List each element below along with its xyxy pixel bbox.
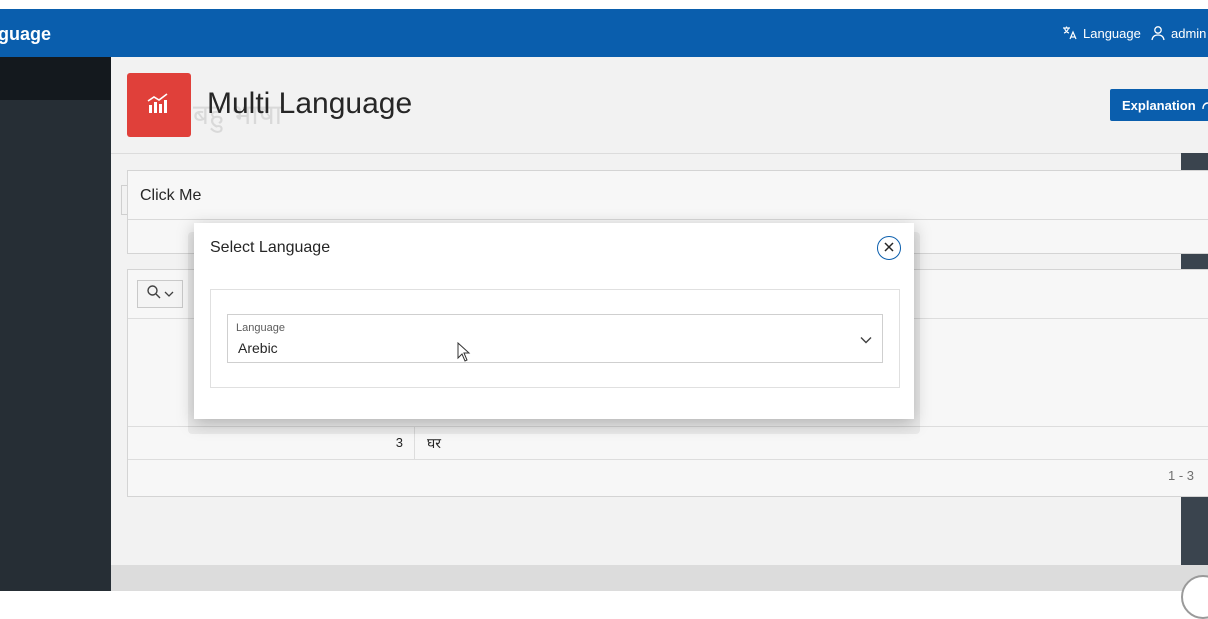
language-select-label: Language <box>236 322 285 334</box>
close-icon <box>884 239 894 257</box>
pagination-label: 1 - 3 <box>1167 468 1194 483</box>
top-gap <box>0 0 1208 9</box>
nav-language-link[interactable]: Language <box>1062 9 1141 57</box>
nav-user-label: admin <box>1171 25 1207 41</box>
dialog-title: Select Language <box>210 239 331 256</box>
hero-divider <box>111 153 1181 154</box>
click-me-title[interactable]: Click Me <box>140 187 201 205</box>
region-divider <box>128 219 1208 220</box>
chart-icon <box>145 89 173 122</box>
translate-icon <box>1062 25 1078 41</box>
select-language-dialog: Select Language Language Arebic <box>194 223 914 419</box>
chevron-down-icon <box>860 331 872 349</box>
app-header: guage Language admin <box>0 9 1208 57</box>
mouse-pointer-icon <box>457 341 471 367</box>
hero-chart-badge <box>127 73 191 137</box>
sidebar <box>0 57 111 591</box>
close-button[interactable] <box>877 236 901 260</box>
report-footer-line <box>128 459 1208 460</box>
chevron-down-icon <box>164 285 174 303</box>
nav-user-menu[interactable]: admin <box>1150 9 1206 57</box>
footer-band <box>111 565 1208 591</box>
nav-language-label: Language <box>1083 25 1141 41</box>
language-select-value: Arebic <box>238 340 278 356</box>
language-select[interactable]: Language Arebic <box>227 314 883 363</box>
explanation-label: Explanation <box>1122 97 1196 113</box>
page-title: Multi Language <box>207 87 413 120</box>
user-icon <box>1150 25 1166 41</box>
dialog-body: Language Arebic <box>210 289 900 388</box>
share-arrow-icon <box>1201 97 1208 114</box>
search-icon <box>146 284 162 305</box>
app-title[interactable]: guage <box>0 9 51 57</box>
sidebar-active-item[interactable] <box>0 57 111 100</box>
explanation-button[interactable]: Explanation <box>1110 89 1208 121</box>
search-column-button[interactable] <box>137 280 183 308</box>
